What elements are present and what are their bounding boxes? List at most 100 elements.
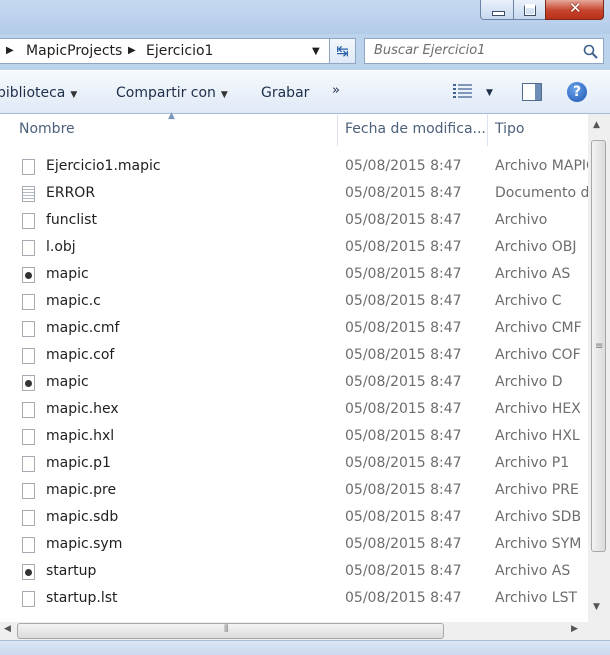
file-icon: [22, 294, 35, 310]
column-divider[interactable]: [487, 114, 488, 146]
file-date: 05/08/2015 8:47: [345, 347, 462, 363]
search-input[interactable]: Buscar Ejercicio1: [364, 38, 604, 64]
chevron-down-icon[interactable]: ▼: [486, 88, 493, 98]
file-row[interactable]: mapic.cmf 05/08/2015 8:47 Archivo CMF: [0, 316, 588, 343]
change-view-button[interactable]: [453, 83, 473, 103]
file-row[interactable]: mapic.p1 05/08/2015 8:47 Archivo P1: [0, 451, 588, 478]
file-icon: [22, 537, 35, 553]
file-date: 05/08/2015 8:47: [345, 239, 462, 255]
file-date: 05/08/2015 8:47: [345, 320, 462, 336]
close-button[interactable]: ✕: [545, 0, 604, 20]
scroll-left-icon[interactable]: ◀: [4, 624, 11, 634]
more-commands-button[interactable]: »: [332, 83, 340, 98]
file-icon: [22, 213, 35, 229]
file-name: mapic: [46, 374, 89, 390]
file-type: Archivo CMF: [495, 320, 582, 336]
file-date: 05/08/2015 8:47: [345, 212, 462, 228]
grip-icon: ≡: [595, 341, 604, 352]
file-row[interactable]: funclist 05/08/2015 8:47 Archivo: [0, 208, 588, 235]
file-row[interactable]: mapic 05/08/2015 8:47 Archivo AS: [0, 262, 588, 289]
file-date: 05/08/2015 8:47: [345, 293, 462, 309]
maximize-button[interactable]: [513, 0, 546, 20]
scroll-up-icon[interactable]: ▲: [593, 120, 600, 130]
file-row[interactable]: mapic.cof 05/08/2015 8:47 Archivo COF: [0, 343, 588, 370]
preview-pane-button[interactable]: [522, 83, 542, 101]
file-icon: [22, 483, 35, 499]
file-date: 05/08/2015 8:47: [345, 401, 462, 417]
file-row[interactable]: l.obj 05/08/2015 8:47 Archivo OBJ: [0, 235, 588, 262]
chevron-down-icon[interactable]: ▼: [312, 46, 320, 57]
file-type: Archivo C: [495, 293, 562, 309]
search-placeholder: Buscar Ejercicio1: [374, 43, 486, 58]
file-row[interactable]: mapic.hex 05/08/2015 8:47 Archivo HEX: [0, 397, 588, 424]
file-list-pane: ▲ Nombre Fecha de modifica... Tipo Ejerc…: [0, 111, 610, 640]
vertical-scroll-thumb[interactable]: ≡: [591, 140, 606, 552]
file-date: 05/08/2015 8:47: [345, 374, 462, 390]
file-date: 05/08/2015 8:47: [345, 536, 462, 552]
breadcrumb-separator-icon[interactable]: ▶: [128, 45, 136, 56]
file-icon: [22, 564, 35, 580]
breadcrumb-mapicprojects[interactable]: MapicProjects: [26, 43, 122, 59]
file-name: Ejercicio1.mapic: [46, 158, 161, 174]
share-label: Compartir con: [116, 85, 216, 101]
file-row[interactable]: mapic.c 05/08/2015 8:47 Archivo C: [0, 289, 588, 316]
file-date: 05/08/2015 8:47: [345, 563, 462, 579]
share-with-button[interactable]: Compartir con ▼: [116, 85, 228, 101]
burn-button[interactable]: Grabar: [261, 85, 309, 101]
vertical-scrollbar[interactable]: ▲ ≡ ▼: [588, 114, 610, 622]
column-header-date[interactable]: Fecha de modifica...: [345, 121, 486, 137]
file-type: Archivo LST: [495, 590, 578, 606]
minimize-button[interactable]: [480, 0, 514, 20]
file-name: mapic.c: [46, 293, 101, 309]
file-name: startup: [46, 563, 97, 579]
file-type: Archivo COF: [495, 347, 581, 363]
file-row[interactable]: mapic.hxl 05/08/2015 8:47 Archivo HXL: [0, 424, 588, 451]
title-bar: ✕: [0, 0, 610, 34]
grip-icon: ⦀: [224, 624, 229, 635]
horizontal-scrollbar[interactable]: ◀ ⦀ ▶: [0, 622, 610, 640]
file-row[interactable]: mapic.sdb 05/08/2015 8:47 Archivo SDB: [0, 505, 588, 532]
file-type: Archivo MAPIC: [495, 158, 596, 174]
column-header-name[interactable]: Nombre: [19, 121, 75, 137]
file-row[interactable]: mapic 05/08/2015 8:47 Archivo D: [0, 370, 588, 397]
file-name: startup.lst: [46, 590, 118, 606]
column-headers: ▲ Nombre Fecha de modifica... Tipo: [0, 111, 588, 146]
refresh-button[interactable]: ↹: [330, 38, 356, 64]
address-bar[interactable]: ▶ MapicProjects ▶ Ejercicio1 ▼: [0, 38, 330, 64]
scroll-down-icon[interactable]: ▼: [593, 602, 600, 612]
column-header-type[interactable]: Tipo: [495, 121, 524, 137]
search-icon[interactable]: [583, 44, 598, 59]
file-name: mapic: [46, 266, 89, 282]
file-row[interactable]: startup 05/08/2015 8:47 Archivo AS: [0, 559, 588, 586]
file-date: 05/08/2015 8:47: [345, 158, 462, 174]
scroll-right-icon[interactable]: ▶: [571, 624, 578, 634]
file-icon: [22, 402, 35, 418]
file-icon: [22, 429, 35, 445]
file-name: mapic.cof: [46, 347, 115, 363]
file-name: mapic.hxl: [46, 428, 115, 444]
breadcrumb-separator-icon[interactable]: ▶: [6, 45, 14, 56]
status-bar: [0, 640, 610, 655]
file-row[interactable]: ERROR 05/08/2015 8:47 Documento d: [0, 181, 589, 208]
file-icon: [22, 240, 35, 256]
file-name: mapic.sdb: [46, 509, 119, 525]
file-icon: [22, 456, 35, 472]
file-row[interactable]: startup.lst 05/08/2015 8:47 Archivo LST: [0, 586, 588, 613]
breadcrumb-ejercicio1[interactable]: Ejercicio1: [146, 43, 213, 59]
file-type: Archivo HXL: [495, 428, 580, 444]
file-type: Archivo AS: [495, 563, 571, 579]
horizontal-scroll-thumb[interactable]: ⦀: [17, 623, 444, 639]
file-type: Archivo OBJ: [495, 239, 577, 255]
file-row[interactable]: mapic.pre 05/08/2015 8:47 Archivo PRE: [0, 478, 588, 505]
file-type: Archivo P1: [495, 455, 570, 471]
file-name: funclist: [46, 212, 97, 228]
file-icon: [22, 321, 35, 337]
file-row[interactable]: mapic.sym 05/08/2015 8:47 Archivo SYM: [0, 532, 588, 559]
help-button[interactable]: ?: [567, 82, 587, 102]
command-bar: biblioteca ▼ Compartir con ▼ Grabar » ▼ ?: [0, 70, 610, 114]
include-in-library-button[interactable]: biblioteca ▼: [0, 85, 77, 101]
file-row[interactable]: Ejercicio1.mapic 05/08/2015 8:47 Archivo M…: [0, 154, 596, 181]
column-divider[interactable]: [337, 114, 338, 146]
file-type: Archivo SDB: [495, 509, 582, 525]
file-icon: [22, 591, 35, 607]
